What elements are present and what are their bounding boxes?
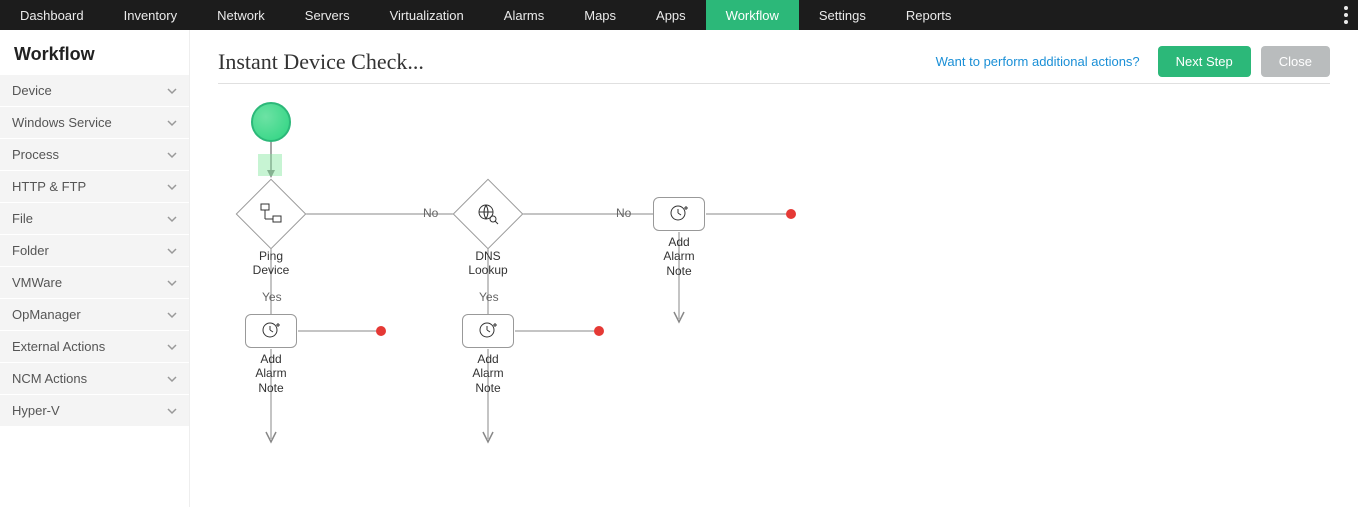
alarm3-label-1: Add bbox=[668, 235, 689, 249]
page-title: Instant Device Check... bbox=[218, 49, 424, 75]
add-alarm-note-node-2[interactable]: Add Alarm Note bbox=[462, 314, 514, 395]
sidebar-item-windows-service[interactable]: Windows Service bbox=[0, 107, 189, 139]
sidebar-title: Workflow bbox=[0, 30, 189, 75]
nav-servers[interactable]: Servers bbox=[285, 0, 370, 30]
alarm1-label-1: Add bbox=[260, 352, 281, 366]
nav-alarms[interactable]: Alarms bbox=[484, 0, 564, 30]
nav-dashboard[interactable]: Dashboard bbox=[0, 0, 104, 30]
chevron-down-icon bbox=[167, 214, 177, 224]
add-alarm-note-node-1[interactable]: Add Alarm Note bbox=[245, 314, 297, 395]
alarm3-label-3: Note bbox=[666, 264, 691, 278]
nav-inventory[interactable]: Inventory bbox=[104, 0, 197, 30]
dns-label-1: DNS bbox=[475, 249, 500, 263]
chevron-down-icon bbox=[167, 374, 177, 384]
chevron-down-icon bbox=[167, 182, 177, 192]
nav-settings[interactable]: Settings bbox=[799, 0, 886, 30]
add-alarm-note-node-3[interactable]: Add Alarm Note bbox=[653, 197, 705, 278]
chevron-down-icon bbox=[167, 246, 177, 256]
edge-label-yes-1: Yes bbox=[262, 290, 282, 304]
sidebar-item-vmware[interactable]: VMWare bbox=[0, 267, 189, 299]
clock-plus-icon bbox=[668, 202, 690, 227]
workflow-canvas[interactable]: Ping Device DNS Lookup bbox=[218, 84, 1330, 504]
clock-plus-icon bbox=[477, 319, 499, 344]
chevron-down-icon bbox=[167, 310, 177, 320]
chevron-down-icon bbox=[167, 278, 177, 288]
sidebar-item-file[interactable]: File bbox=[0, 203, 189, 235]
dns-label-2: Lookup bbox=[468, 263, 507, 277]
ping-label-2: Device bbox=[253, 263, 290, 277]
chevron-down-icon bbox=[167, 118, 177, 128]
kebab-menu-icon[interactable] bbox=[1344, 0, 1348, 30]
nav-virtualization[interactable]: Virtualization bbox=[370, 0, 484, 30]
alarm3-label-2: Alarm bbox=[663, 249, 694, 263]
ping-label-1: Ping bbox=[259, 249, 283, 263]
nav-apps[interactable]: Apps bbox=[636, 0, 706, 30]
sidebar-item-http-ftp[interactable]: HTTP & FTP bbox=[0, 171, 189, 203]
alarm2-label-3: Note bbox=[475, 381, 500, 395]
next-step-button[interactable]: Next Step bbox=[1158, 46, 1251, 77]
chevron-down-icon bbox=[167, 86, 177, 96]
sidebar-item-process[interactable]: Process bbox=[0, 139, 189, 171]
help-link[interactable]: Want to perform additional actions? bbox=[936, 54, 1140, 69]
nav-network[interactable]: Network bbox=[197, 0, 285, 30]
top-nav: Dashboard Inventory Network Servers Virt… bbox=[0, 0, 1358, 30]
end-dot-3 bbox=[786, 209, 796, 219]
edge-label-no-2: No bbox=[616, 206, 631, 220]
sidebar-item-hyper-v[interactable]: Hyper-V bbox=[0, 395, 189, 427]
sidebar-item-opmanager[interactable]: OpManager bbox=[0, 299, 189, 331]
alarm2-label-1: Add bbox=[477, 352, 498, 366]
globe-search-icon bbox=[464, 190, 512, 238]
alarm1-label-2: Alarm bbox=[255, 366, 286, 380]
sidebar-item-device[interactable]: Device bbox=[0, 75, 189, 107]
sidebar-item-folder[interactable]: Folder bbox=[0, 235, 189, 267]
sidebar: Workflow Device Windows Service Process … bbox=[0, 30, 190, 507]
start-circle-icon bbox=[251, 102, 291, 142]
nav-workflow[interactable]: Workflow bbox=[706, 0, 799, 30]
chevron-down-icon bbox=[167, 342, 177, 352]
end-dot-1 bbox=[376, 326, 386, 336]
close-button[interactable]: Close bbox=[1261, 46, 1330, 77]
connector-lines bbox=[218, 84, 1330, 504]
clock-plus-icon bbox=[260, 319, 282, 344]
main-content: Instant Device Check... Want to perform … bbox=[190, 30, 1358, 507]
chevron-down-icon bbox=[167, 150, 177, 160]
edge-label-yes-2: Yes bbox=[479, 290, 499, 304]
start-node[interactable] bbox=[251, 102, 291, 142]
nav-reports[interactable]: Reports bbox=[886, 0, 972, 30]
network-icon bbox=[247, 190, 295, 238]
edge-label-no-1: No bbox=[423, 206, 438, 220]
nav-maps[interactable]: Maps bbox=[564, 0, 636, 30]
start-highlight bbox=[258, 154, 282, 176]
end-dot-2 bbox=[594, 326, 604, 336]
alarm1-label-3: Note bbox=[258, 381, 283, 395]
alarm2-label-2: Alarm bbox=[472, 366, 503, 380]
sidebar-item-external-actions[interactable]: External Actions bbox=[0, 331, 189, 363]
dns-lookup-node[interactable]: DNS Lookup bbox=[463, 189, 513, 278]
ping-device-node[interactable]: Ping Device bbox=[246, 189, 296, 278]
chevron-down-icon bbox=[167, 406, 177, 416]
sidebar-item-ncm-actions[interactable]: NCM Actions bbox=[0, 363, 189, 395]
